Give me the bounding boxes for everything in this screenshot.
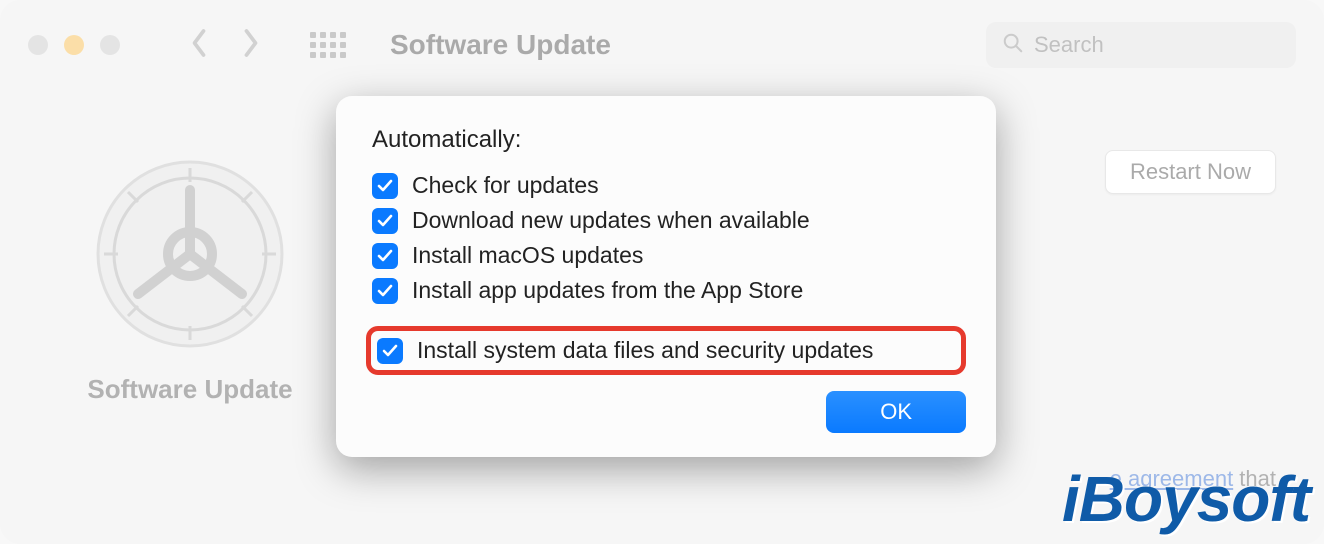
checkbox-label: Install system data files and security u… [417,337,873,364]
search-input[interactable] [1034,32,1280,58]
dialog-button-row: OK [366,391,966,433]
dialog-heading: Automatically: [372,126,966,154]
restart-now-button[interactable]: Restart Now [1105,150,1276,194]
checkbox-icon [372,208,398,234]
search-icon [1002,32,1034,59]
pane-label: Software Update [60,374,320,405]
grid-icon [310,32,346,58]
close-window-button[interactable] [28,35,48,55]
search-field-wrap[interactable] [986,22,1296,68]
checkbox-row-download-updates[interactable]: Download new updates when available [372,207,966,234]
checkbox-row-check-updates[interactable]: Check for updates [372,172,966,199]
checkbox-label: Install macOS updates [412,242,643,269]
checkbox-label: Download new updates when available [412,207,810,234]
traffic-lights [28,35,120,55]
software-update-gear-icon [90,154,290,354]
toolbar: Software Update [0,0,1324,90]
checkbox-row-install-security[interactable]: Install system data files and security u… [377,337,873,364]
ok-button[interactable]: OK [826,391,966,433]
highlighted-option: Install system data files and security u… [366,326,966,375]
checkbox-icon [372,173,398,199]
back-button[interactable] [188,28,210,63]
pane-icon-column: Software Update [60,130,320,405]
watermark-logo: iBoysoft [1062,462,1310,536]
advanced-options-dialog: Automatically: Check for updates Downloa… [336,96,996,457]
minimize-window-button[interactable] [64,35,84,55]
checkbox-label: Install app updates from the App Store [412,277,803,304]
zoom-window-button[interactable] [100,35,120,55]
checkbox-row-install-macos[interactable]: Install macOS updates [372,242,966,269]
show-all-button[interactable] [310,32,346,58]
checkbox-icon [372,278,398,304]
checkbox-label: Check for updates [412,172,599,199]
checkbox-row-install-app-store[interactable]: Install app updates from the App Store [372,277,966,304]
window-title: Software Update [390,29,611,61]
checkbox-icon [372,243,398,269]
forward-button[interactable] [240,28,262,63]
nav-arrows [188,28,262,63]
checkbox-icon [377,338,403,364]
